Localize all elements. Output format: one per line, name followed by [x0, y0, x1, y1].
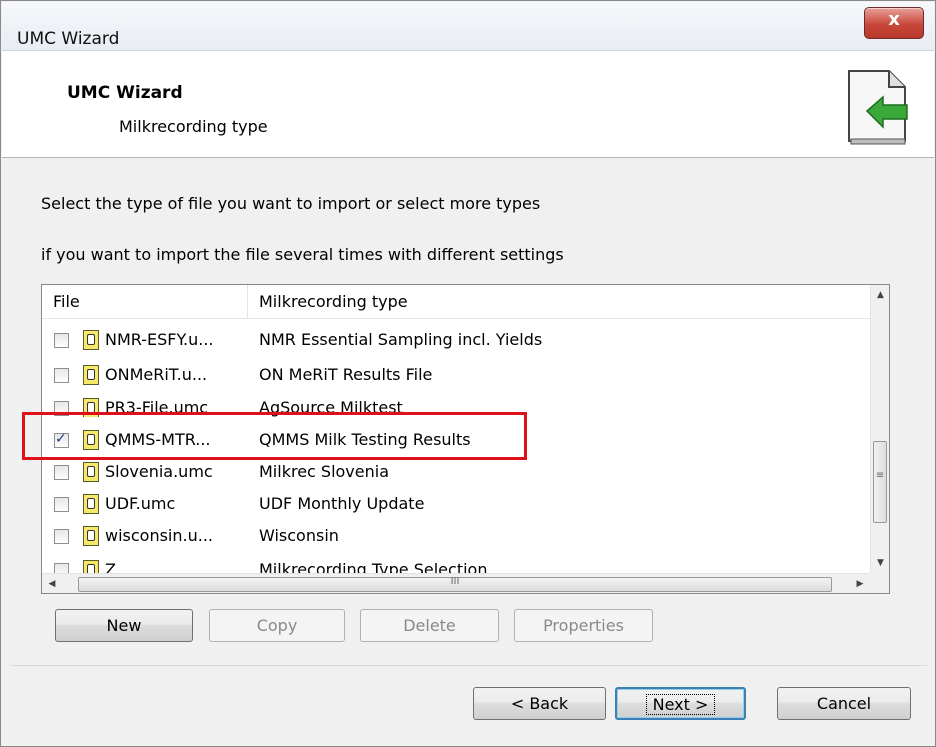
row-checkbox[interactable]: [54, 368, 69, 383]
cancel-button[interactable]: Cancel: [777, 687, 911, 720]
footer-divider: [11, 665, 927, 666]
instruction-line-1: Select the type of file you want to impo…: [41, 194, 541, 213]
file-name: Z...: [105, 560, 132, 573]
next-button-label: Next >: [645, 694, 716, 715]
milkrecording-type: Milkrec Slovenia: [259, 462, 390, 481]
vertical-scroll-thumb[interactable]: ≡: [873, 441, 887, 523]
window-title: UMC Wizard: [17, 29, 120, 49]
umc-file-icon: [83, 365, 99, 385]
row-checkbox[interactable]: [54, 563, 69, 573]
title-bar: UMC Wizard x: [2, 2, 934, 51]
milkrecording-type: Milkrecording Type Selection: [259, 560, 488, 573]
umc-file-icon: [83, 494, 99, 514]
file-name: wisconsin.u...: [105, 526, 213, 545]
back-button[interactable]: < Back: [473, 687, 606, 720]
row-checkbox[interactable]: [54, 497, 69, 512]
list-item[interactable]: Slovenia.umc Milkrec Slovenia: [42, 459, 870, 487]
grip-icon: ≡: [875, 470, 885, 481]
header-title: UMC Wizard: [67, 83, 183, 103]
scroll-left-arrow-icon[interactable]: ◀: [42, 574, 62, 593]
selection-highlight-box: [22, 412, 527, 460]
scrollbar-corner: [870, 573, 889, 593]
column-header-file[interactable]: File: [53, 292, 80, 311]
umc-file-icon: [83, 462, 99, 482]
list-item[interactable]: Z... Milkrecording Type Selection: [42, 557, 870, 573]
list-item[interactable]: NMR-ESFY.u... NMR Essential Sampling inc…: [42, 327, 870, 355]
new-button[interactable]: New: [55, 609, 193, 642]
instruction-line-2: if you want to import the file several t…: [41, 245, 564, 264]
import-arrow-icon: [848, 70, 908, 145]
horizontal-scrollbar[interactable]: ◀ III ▶: [42, 573, 870, 593]
vertical-scrollbar[interactable]: ▲ ≡ ▼: [870, 285, 889, 573]
next-button[interactable]: Next >: [615, 687, 746, 720]
grip-icon: III: [450, 576, 460, 587]
umc-file-icon: [83, 526, 99, 546]
scroll-up-arrow-icon[interactable]: ▲: [871, 285, 889, 305]
row-checkbox[interactable]: [54, 465, 69, 480]
list-header: File Milkrecording type: [42, 285, 889, 319]
row-checkbox[interactable]: [54, 529, 69, 544]
list-item[interactable]: ONMeRiT.u... ON MeRiT Results File: [42, 362, 870, 390]
close-icon: x: [888, 9, 900, 30]
list-item[interactable]: UDF.umc UDF Monthly Update: [42, 491, 870, 519]
header-subtitle: Milkrecording type: [119, 117, 268, 136]
copy-button[interactable]: Copy: [209, 609, 345, 642]
list-item[interactable]: wisconsin.u... Wisconsin: [42, 523, 870, 551]
scroll-down-arrow-icon[interactable]: ▼: [871, 553, 889, 573]
close-button[interactable]: x: [864, 7, 924, 39]
properties-button[interactable]: Properties: [514, 609, 653, 642]
file-name: ONMeRiT.u...: [105, 365, 208, 384]
row-checkbox[interactable]: [54, 333, 69, 348]
file-name: Slovenia.umc: [105, 462, 213, 481]
horizontal-scroll-thumb[interactable]: III: [78, 576, 832, 592]
umc-file-icon: [83, 330, 99, 350]
scroll-right-arrow-icon[interactable]: ▶: [850, 574, 870, 593]
wizard-header: UMC Wizard Milkrecording type: [2, 51, 934, 158]
wizard-window: UMC Wizard x UMC Wizard Milkrecording ty…: [0, 0, 936, 747]
column-divider[interactable]: [247, 285, 248, 318]
column-header-type[interactable]: Milkrecording type: [259, 292, 408, 311]
file-name: UDF.umc: [105, 494, 176, 513]
delete-button[interactable]: Delete: [360, 609, 499, 642]
milkrecording-type: UDF Monthly Update: [259, 494, 425, 513]
umc-file-icon: [83, 560, 99, 573]
milkrecording-type: Wisconsin: [259, 526, 339, 545]
file-name: NMR-ESFY.u...: [105, 330, 214, 349]
milkrecording-type: NMR Essential Sampling incl. Yields: [259, 330, 543, 349]
milkrecording-type: ON MeRiT Results File: [259, 365, 433, 384]
